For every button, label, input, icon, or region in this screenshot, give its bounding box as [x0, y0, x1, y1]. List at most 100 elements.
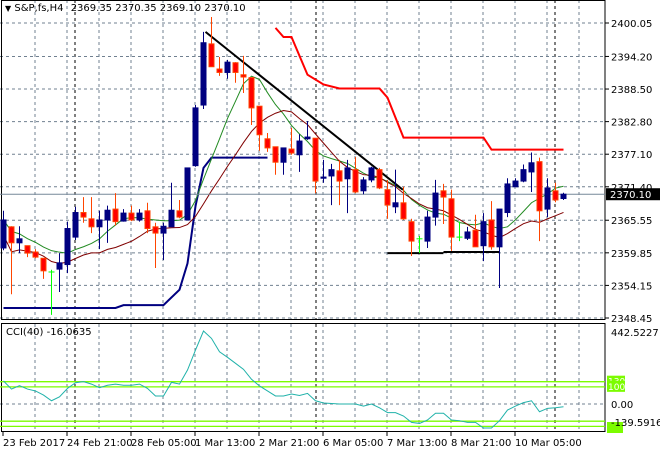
candle-body [360, 179, 367, 192]
y-tick-label: 2354.15 [611, 281, 652, 292]
y-tick-label: 2382.80 [611, 118, 652, 129]
candle-body [216, 68, 223, 73]
candle [96, 210, 103, 250]
candle [512, 178, 519, 188]
candle-body [184, 167, 191, 221]
candle-body [192, 107, 199, 167]
candle-body [288, 148, 295, 154]
candle [360, 177, 367, 195]
candle-body [280, 147, 287, 163]
candle [280, 147, 287, 175]
candle [352, 157, 359, 194]
candle [312, 137, 319, 194]
x-tick-label: 23 Feb 2017 [3, 438, 65, 449]
candle [488, 201, 495, 250]
candle [536, 157, 543, 242]
candle-body [464, 231, 471, 239]
candle-body [264, 138, 271, 149]
candle [160, 222, 167, 260]
trendline [204, 31, 404, 191]
candle [16, 226, 23, 254]
candle-body [392, 202, 399, 208]
symbol-label: S&P,fs,H4 [14, 3, 64, 14]
candle-body [552, 190, 559, 201]
ohlc-label: 2369.35 2370.35 2369.10 2370.10 [70, 3, 246, 14]
y-tick-label: 2359.85 [611, 249, 652, 260]
candle [176, 199, 183, 219]
candle-body [248, 77, 255, 109]
candle [408, 218, 415, 256]
y-tick-label: 2365.55 [611, 216, 652, 227]
candle-body [24, 245, 31, 254]
candle [168, 182, 175, 228]
x-tick-label: 10 Mar 05:00 [515, 438, 582, 449]
candle [32, 249, 39, 259]
candle-body [320, 176, 327, 179]
candle-body [88, 218, 95, 228]
candle-body [344, 167, 351, 180]
x-tick-label: 2 Mar 21:00 [259, 438, 319, 449]
candle-body [536, 161, 543, 212]
candle-body [104, 209, 111, 221]
candle-body [16, 238, 23, 244]
main-pane-frame [1, 0, 606, 320]
candle [544, 178, 551, 218]
candle [328, 163, 335, 206]
candle [128, 205, 135, 222]
candle-body [296, 140, 303, 156]
cci-y-tick-label: 0.00 [611, 400, 633, 411]
candle [456, 221, 463, 242]
candle-body [176, 210, 183, 218]
candle [152, 222, 159, 268]
candle-body [304, 136, 311, 140]
candle [384, 179, 391, 219]
candle-body [112, 208, 119, 223]
candle [272, 146, 279, 175]
candle-body [424, 216, 431, 242]
candle-body [328, 169, 335, 177]
candle-body [432, 192, 439, 218]
candle-body [72, 212, 79, 238]
candle-body [136, 212, 143, 221]
candle-body [160, 225, 167, 234]
price-chart[interactable]: 2400.052394.202388.502382.802377.102371.… [0, 0, 660, 450]
candle-body [376, 169, 383, 189]
candle [552, 182, 559, 203]
candle-body [312, 137, 319, 182]
candle-body [168, 209, 175, 228]
candle-body [528, 162, 535, 173]
candle-body [200, 42, 207, 106]
candle [520, 164, 527, 183]
candle-body [64, 228, 71, 266]
candle-body [128, 212, 135, 221]
x-tick-label: 24 Feb 21:00 [67, 438, 133, 449]
candle-body [544, 187, 551, 210]
dropdown-arrow-icon[interactable]: ▼ [5, 4, 11, 13]
y-tick-label: 2400.05 [611, 19, 652, 30]
candle [424, 210, 431, 248]
candle-body [448, 198, 455, 238]
candle [40, 257, 47, 279]
x-tick-label: 28 Feb 05:00 [131, 438, 197, 449]
candle-body [488, 219, 495, 248]
candle-body [56, 262, 63, 270]
candle [416, 235, 423, 254]
candle-body [512, 180, 519, 188]
current-price-label: 2370.10 [610, 190, 651, 201]
candle-body [80, 212, 87, 218]
candle-body [40, 257, 47, 272]
candle-body [144, 210, 151, 230]
candle-body [384, 189, 391, 206]
candle-body [96, 219, 103, 228]
candle [56, 253, 63, 292]
candle [216, 57, 223, 76]
candle [8, 226, 15, 295]
candle [208, 16, 215, 68]
candle [104, 205, 111, 243]
cci-title: CCI(40) -16.0635 [6, 327, 92, 338]
candle [528, 152, 535, 192]
y-tick-label: 2394.20 [611, 52, 652, 63]
candle [256, 105, 263, 151]
candle [320, 159, 327, 183]
candle [464, 226, 471, 240]
